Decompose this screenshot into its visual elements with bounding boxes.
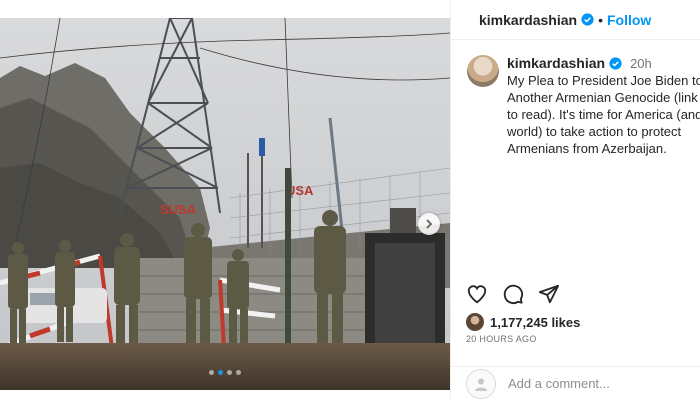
post-photo: SUSA USA bbox=[0, 18, 450, 390]
caption-line: Armenians from Azerbaijan. bbox=[507, 141, 667, 156]
caption-time: 20h bbox=[630, 56, 652, 71]
carousel-dot bbox=[236, 370, 241, 375]
header-separator: • bbox=[598, 11, 603, 28]
comment-input[interactable] bbox=[508, 376, 688, 391]
post-caption: kimkardashian 20h My Plea to President J… bbox=[467, 55, 700, 157]
share-icon[interactable] bbox=[538, 283, 560, 305]
user-silhouette-icon bbox=[475, 378, 487, 391]
carousel-dot bbox=[209, 370, 214, 375]
follow-button[interactable]: Follow bbox=[607, 12, 651, 28]
heart-icon[interactable] bbox=[466, 283, 488, 305]
post-header: kimkardashian • Follow bbox=[451, 0, 700, 40]
post-timestamp[interactable]: 20 HOURS AGO bbox=[466, 334, 537, 344]
carousel-dot-active bbox=[218, 370, 223, 375]
mountain-sign-text: SUSA bbox=[160, 202, 197, 217]
caption-line: to read). It's time for America (and bbox=[507, 107, 700, 122]
caption-body: kimkardashian 20h My Plea to President J… bbox=[507, 55, 700, 157]
comment-icon[interactable] bbox=[502, 283, 524, 305]
caption-line: Another Armenian Genocide (link i bbox=[507, 90, 700, 105]
likes-row: 1,177,245 likes bbox=[466, 313, 580, 331]
carousel-dot bbox=[227, 370, 232, 375]
verified-badge-icon bbox=[581, 13, 594, 26]
header-username[interactable]: kimkardashian bbox=[479, 12, 577, 28]
commenter-avatar bbox=[466, 368, 496, 399]
next-photo-button[interactable] bbox=[418, 213, 440, 235]
caption-username[interactable]: kimkardashian bbox=[507, 55, 605, 72]
likes-count[interactable]: 1,177,245 likes bbox=[490, 315, 580, 330]
chevron-right-icon bbox=[426, 219, 433, 229]
verified-badge-icon bbox=[609, 57, 622, 70]
caption-line: world) to take action to protect bbox=[507, 124, 682, 139]
carousel-dots bbox=[0, 370, 450, 375]
post-actions bbox=[466, 283, 560, 305]
caption-avatar[interactable] bbox=[467, 55, 499, 87]
caption-line: My Plea to President Joe Biden to bbox=[507, 73, 700, 88]
comment-bar bbox=[450, 366, 700, 400]
post-image: SUSA USA bbox=[0, 18, 450, 390]
liker-avatar[interactable] bbox=[466, 313, 484, 331]
